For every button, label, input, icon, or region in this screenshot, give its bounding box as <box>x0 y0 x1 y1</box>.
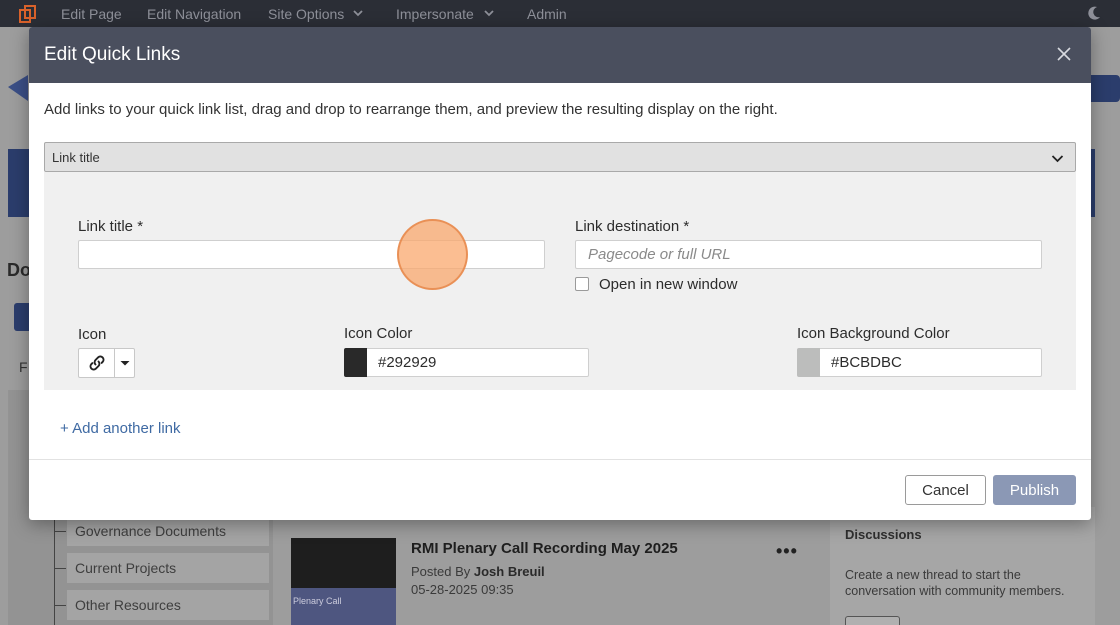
sidebar-item-governance[interactable]: Governance Documents <box>67 516 269 546</box>
hero-banner-edge <box>1091 149 1095 217</box>
admin-toolbar: Edit Page Edit Navigation Site Options I… <box>0 0 1120 27</box>
modal-header: Edit Quick Links <box>29 27 1091 83</box>
new-window-label[interactable]: Open in new window <box>599 276 737 293</box>
footer-divider <box>29 459 1091 460</box>
sidebar-item-other-resources[interactable]: Other Resources <box>67 590 269 620</box>
caret-down-icon <box>120 361 130 366</box>
chevron-down-icon <box>484 10 494 17</box>
discussions-panel <box>830 507 1095 625</box>
post-date: 05-28-2025 09:35 <box>411 582 514 597</box>
selected-icon-button[interactable] <box>79 349 115 377</box>
icon-color-swatch[interactable] <box>344 348 367 377</box>
tree-line <box>54 519 55 625</box>
close-icon[interactable] <box>1057 47 1071 61</box>
header-button-edge <box>1091 75 1120 102</box>
link-icon <box>89 355 105 371</box>
discussions-text: Create a new thread to start the convers… <box>845 568 1065 598</box>
site-options-menu[interactable]: Site Options <box>268 6 344 22</box>
site-logo-icon[interactable] <box>18 4 38 24</box>
icon-bg-color-swatch[interactable] <box>797 348 820 377</box>
tree-line <box>54 605 66 606</box>
tree-line <box>54 568 66 569</box>
section-heading: Do <box>7 260 31 280</box>
link-title-label: Link title * <box>78 218 144 235</box>
link-destination-input[interactable] <box>575 240 1042 269</box>
icon-color-input[interactable] <box>367 348 589 377</box>
discussions-title: Discussions <box>845 527 922 542</box>
publish-button[interactable]: Publish <box>993 475 1076 505</box>
toolbar-button-edge <box>14 303 30 331</box>
edit-quick-links-modal: Edit Quick Links Add links to your quick… <box>29 27 1091 520</box>
icon-dropdown-toggle[interactable] <box>115 349 135 377</box>
link-title-input[interactable] <box>78 240 545 269</box>
post-title[interactable]: RMI Plenary Call Recording May 2025 <box>411 540 678 557</box>
admin-link[interactable]: Admin <box>527 6 567 22</box>
new-window-checkbox[interactable] <box>575 277 589 291</box>
hero-banner-edge <box>8 149 30 217</box>
accordion-title: Link title <box>52 150 100 165</box>
add-another-link-button[interactable]: + Add another link <box>60 420 181 437</box>
moon-icon[interactable] <box>1086 5 1102 21</box>
chevron-down-icon <box>1051 155 1064 163</box>
tree-line <box>54 531 66 532</box>
modal-title: Edit Quick Links <box>44 44 181 65</box>
edit-page-link[interactable]: Edit Page <box>61 6 122 22</box>
modal-description: Add links to your quick link list, drag … <box>44 101 778 118</box>
post-author: Posted By Josh Breuil <box>411 564 545 579</box>
filter-label: F <box>19 359 28 375</box>
icon-bg-color-label: Icon Background Color <box>797 325 950 342</box>
cancel-button[interactable]: Cancel <box>905 475 986 505</box>
more-options-icon[interactable]: ••• <box>776 541 798 562</box>
brand-arrow-icon <box>8 75 28 101</box>
sidebar-item-current-projects[interactable]: Current Projects <box>67 553 269 583</box>
impersonate-menu[interactable]: Impersonate <box>396 6 474 22</box>
icon-label: Icon <box>78 326 107 343</box>
edit-navigation-link[interactable]: Edit Navigation <box>147 6 241 22</box>
link-accordion-header[interactable]: Link title <box>44 142 1076 172</box>
link-destination-label: Link destination * <box>575 218 690 235</box>
discussions-button[interactable] <box>845 616 900 625</box>
chevron-down-icon <box>353 10 363 17</box>
icon-bg-color-input[interactable] <box>820 348 1042 377</box>
icon-picker[interactable] <box>78 348 135 378</box>
post-thumbnail-text: Plenary Call <box>291 588 396 625</box>
icon-color-label: Icon Color <box>344 325 413 342</box>
